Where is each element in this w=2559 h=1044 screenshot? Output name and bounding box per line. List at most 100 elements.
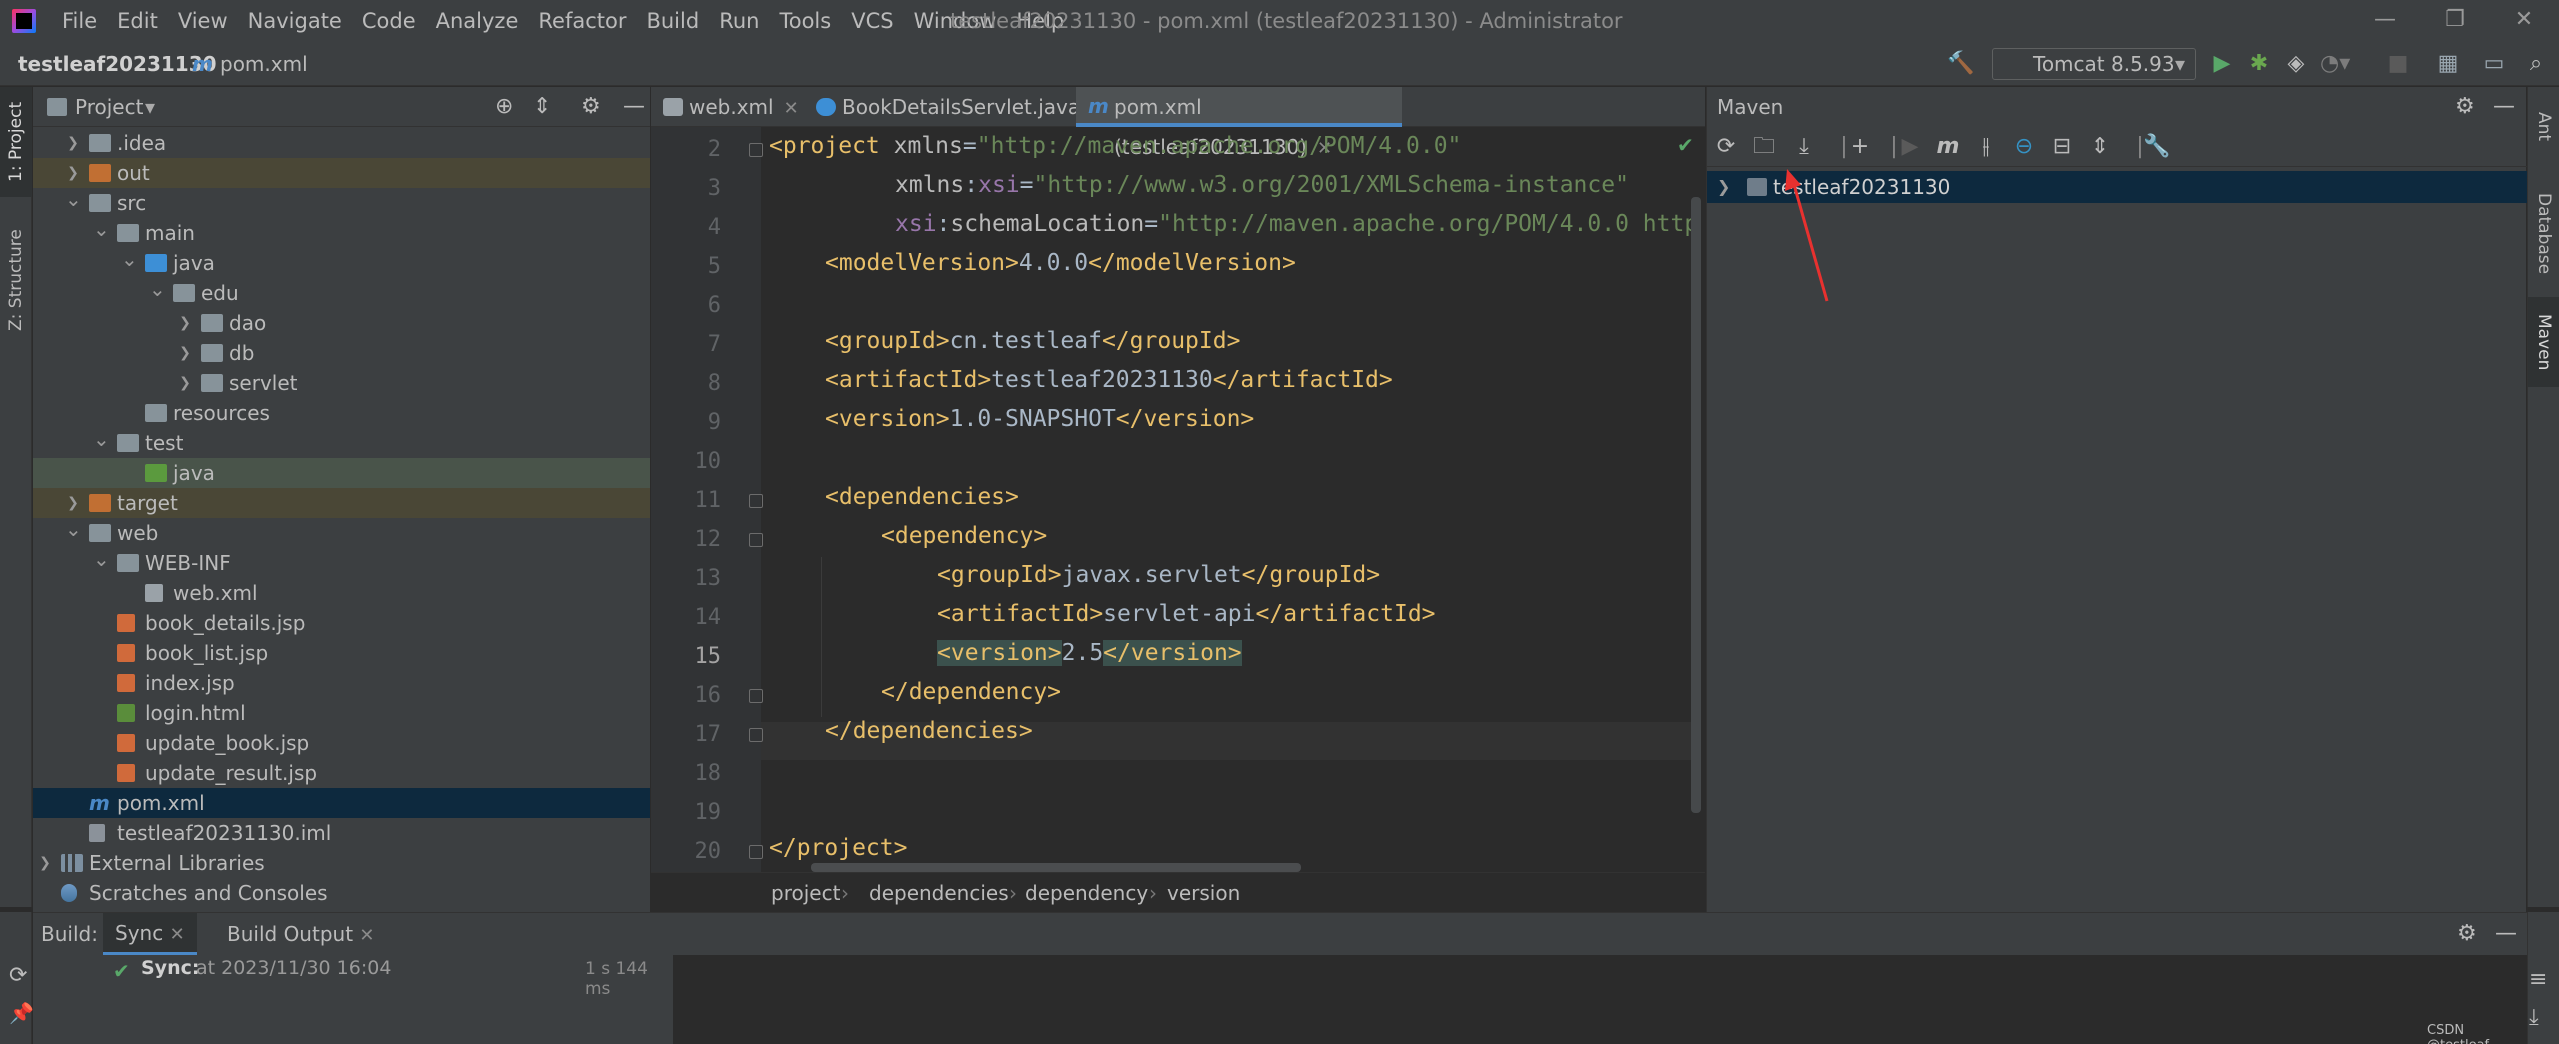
tree-item[interactable]: Scratches and Consoles — [33, 878, 650, 908]
build-output[interactable]: ≡ ⤓ CSDN @testleaf — [673, 955, 2547, 1044]
tree-item[interactable]: login.html — [33, 698, 650, 728]
chevron-down-icon[interactable]: ⌄ — [93, 424, 110, 454]
show-dependencies-icon[interactable]: ⊟ — [2049, 135, 2075, 159]
breadcrumb-project[interactable]: project — [771, 873, 840, 913]
chevron-right-icon[interactable]: ❯ — [65, 128, 81, 158]
tree-item[interactable]: testleaf20231130.iml — [33, 818, 650, 848]
close-icon[interactable]: ✕ — [2489, 0, 2559, 42]
soft-wrap-icon[interactable]: ≡ — [2529, 967, 2547, 992]
vertical-scrollbar[interactable] — [1691, 197, 1701, 813]
run-maven-build-icon[interactable]: ▶ — [1897, 135, 1923, 159]
close-tab-icon[interactable]: ✕ — [784, 98, 799, 119]
tab-sync[interactable]: Sync ✕ — [103, 913, 197, 955]
menu-run[interactable]: Run — [709, 0, 769, 42]
tab-web-xml[interactable]: web.xml ✕ — [651, 87, 804, 127]
breadcrumb-dependency[interactable]: dependency — [1025, 873, 1148, 913]
tree-item[interactable]: ❯ db — [33, 338, 650, 368]
locate-icon[interactable]: ⊕ — [495, 87, 513, 127]
add-icon[interactable]: + — [1847, 135, 1873, 159]
presentation-icon[interactable]: ▭ — [2480, 50, 2508, 78]
debug-icon[interactable]: ✱ — [2245, 50, 2273, 78]
menu-edit[interactable]: Edit — [107, 0, 168, 42]
close-tab-icon[interactable]: ✕ — [359, 925, 374, 946]
coverage-icon[interactable]: ◈ — [2282, 50, 2310, 78]
tree-item[interactable]: ⌄ WEB-INF — [33, 547, 650, 578]
chevron-down-icon[interactable]: ⌄ — [93, 544, 110, 574]
pin-icon[interactable]: 📌 — [9, 1001, 34, 1025]
chevron-right-icon[interactable]: ❯ — [177, 368, 193, 398]
chevron-down-icon[interactable]: ⌄ — [93, 214, 110, 244]
breadcrumb-version[interactable]: version — [1167, 873, 1240, 913]
collapse-all-icon[interactable]: ⇕ — [533, 87, 551, 127]
tree-item[interactable]: ⌄ web — [33, 517, 650, 548]
tree-item[interactable]: resources — [33, 398, 650, 428]
horizontal-scrollbar[interactable] — [811, 863, 1301, 872]
tree-item[interactable]: ⌄ edu — [33, 277, 650, 308]
chevron-right-icon[interactable]: ❯ — [177, 308, 193, 338]
search-icon[interactable]: ⌕ — [2522, 50, 2550, 78]
chevron-down-icon[interactable]: ⌄ — [121, 244, 138, 274]
minimize-icon[interactable]: — — [2350, 0, 2420, 42]
fold-marker-icon[interactable] — [749, 533, 763, 547]
tree-item[interactable]: ⌄ src — [33, 187, 650, 218]
maximize-icon[interactable]: ❐ — [2420, 0, 2490, 42]
menu-navigate[interactable]: Navigate — [238, 0, 352, 42]
fold-marker-icon[interactable] — [749, 728, 763, 742]
tree-item[interactable]: ⌄ test — [33, 427, 650, 458]
project-view-selector[interactable]: Project — [75, 87, 143, 127]
project-structure-icon[interactable]: ▦ — [2434, 50, 2462, 78]
menu-code[interactable]: Code — [352, 0, 426, 42]
nav-file[interactable]: pom.xml — [220, 42, 308, 86]
tree-item[interactable]: ❯ .idea — [33, 128, 650, 158]
collapse-all-icon[interactable]: ⇕ — [2087, 135, 2113, 159]
tree-item[interactable]: book_list.jsp — [33, 638, 650, 668]
tree-item[interactable]: ❯ target — [33, 488, 650, 518]
skip-tests-icon[interactable]: ⊖ — [2011, 135, 2037, 159]
fold-marker-icon[interactable] — [749, 689, 763, 703]
download-icon[interactable]: ⤓ — [1791, 135, 1817, 159]
fold-marker-icon[interactable] — [749, 143, 763, 157]
chevron-right-icon[interactable]: ❯ — [177, 338, 193, 368]
run-config-select[interactable]: Tomcat 8.5.93 — [1992, 48, 2196, 80]
tree-item[interactable]: java — [33, 458, 650, 488]
tab-book-details-servlet[interactable]: BookDetailsServlet.java✕ — [804, 87, 1105, 127]
tab-pom-xml[interactable]: m pom.xml (testleaf20231130) ✕ — [1076, 87, 1402, 159]
profile-icon[interactable]: ◔▾ — [2320, 50, 2350, 78]
chevron-down-icon[interactable]: ⌄ — [65, 184, 82, 214]
gear-icon[interactable]: ⚙ — [2457, 913, 2477, 955]
tree-item[interactable]: web.xml — [33, 578, 650, 608]
fold-marker-icon[interactable] — [749, 494, 763, 508]
execute-maven-goal-icon[interactable]: m — [1935, 135, 1961, 159]
close-tab-icon[interactable]: ✕ — [170, 924, 185, 945]
tree-item[interactable]: ⌄ java — [33, 247, 650, 278]
tree-item[interactable]: index.jsp — [33, 668, 650, 698]
tree-item[interactable]: update_result.jsp — [33, 758, 650, 788]
menu-analyze[interactable]: Analyze — [426, 0, 529, 42]
scroll-to-end-icon[interactable]: ⤓ — [2529, 1005, 2539, 1030]
chevron-down-icon[interactable]: ⌄ — [149, 274, 166, 304]
tree-item[interactable]: m pom.xml — [33, 788, 650, 818]
chevron-right-icon[interactable]: ❯ — [37, 848, 53, 878]
wrench-icon[interactable]: 🔧 — [2143, 135, 2170, 159]
menu-refactor[interactable]: Refactor — [528, 0, 636, 42]
menu-tools[interactable]: Tools — [769, 0, 841, 42]
menu-vcs[interactable]: VCS — [841, 0, 903, 42]
tab-build-output[interactable]: Build Output ✕ — [215, 913, 387, 957]
gear-icon[interactable]: ⚙ — [2455, 87, 2475, 127]
chevron-down-icon[interactable]: ⌄ — [65, 514, 82, 544]
tab-project[interactable]: 1: Project — [0, 87, 32, 197]
menu-view[interactable]: View — [168, 0, 238, 42]
build-hammer-icon[interactable]: 🔨 — [1947, 50, 1975, 78]
stop-icon[interactable]: ■ — [2384, 50, 2412, 78]
hide-icon[interactable]: — — [2493, 87, 2515, 127]
run-icon[interactable]: ▶ — [2208, 50, 2236, 78]
hide-icon[interactable]: — — [623, 87, 645, 127]
tree-item[interactable]: update_book.jsp — [33, 728, 650, 758]
tab-ant[interactable]: Ant — [2528, 87, 2559, 167]
tab-structure[interactable]: Z: Structure — [0, 215, 32, 345]
tree-item[interactable]: ❯ servlet — [33, 368, 650, 398]
toggle-offline-icon[interactable]: ⫲ — [1973, 135, 1999, 159]
tab-maven[interactable]: Maven — [2528, 297, 2559, 387]
gear-icon[interactable]: ⚙ — [581, 87, 601, 127]
chevron-down-icon[interactable]: ▾ — [145, 87, 155, 127]
